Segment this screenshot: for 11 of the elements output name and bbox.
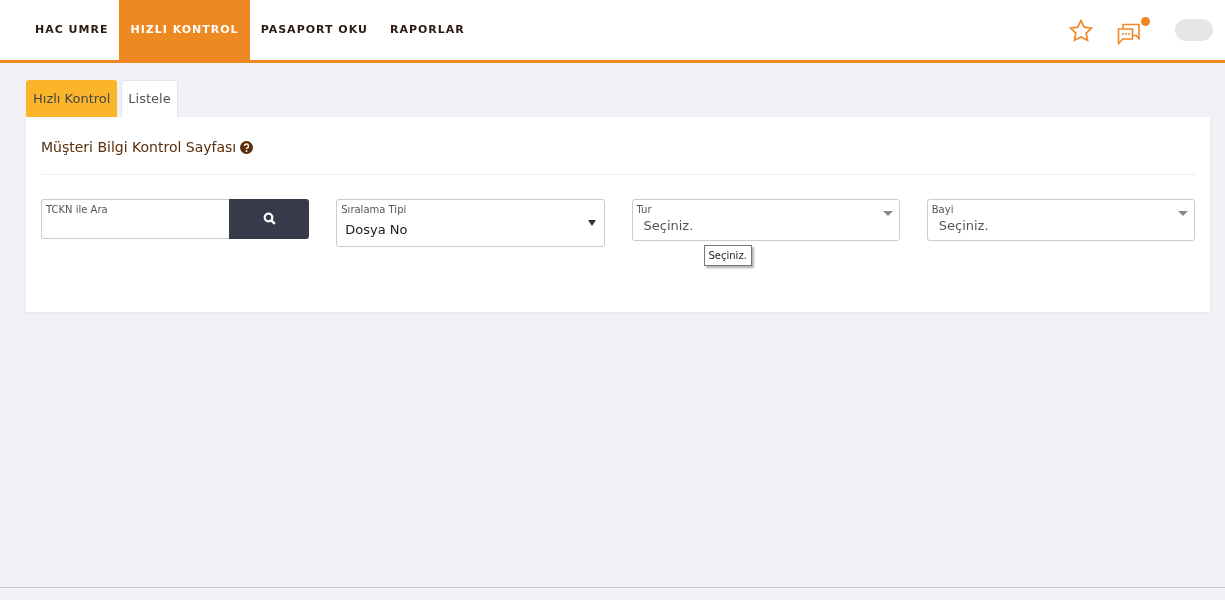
tooltip: Seçiniz.	[703, 244, 752, 266]
select-field[interactable]: Sıralama Tipi Dosya No	[336, 198, 605, 247]
select-field[interactable]: Tur Seçiniz.	[631, 198, 900, 241]
tab[interactable]: Hızlı Kontrol	[26, 80, 118, 117]
select-field[interactable]: Bayi Seçiniz.	[926, 198, 1195, 241]
nav-link[interactable]: PASAPORT OKU	[249, 0, 379, 60]
tckn-input-field[interactable]: TCKN ile Ara	[41, 198, 230, 239]
tab[interactable]: Listele	[121, 80, 178, 117]
nav-link[interactable]: RAPORLAR	[378, 0, 476, 60]
nav-link[interactable]: HAC UMRE	[24, 0, 120, 60]
page-title: Müşteri Bilgi Kontrol Sayfası	[41, 137, 237, 157]
